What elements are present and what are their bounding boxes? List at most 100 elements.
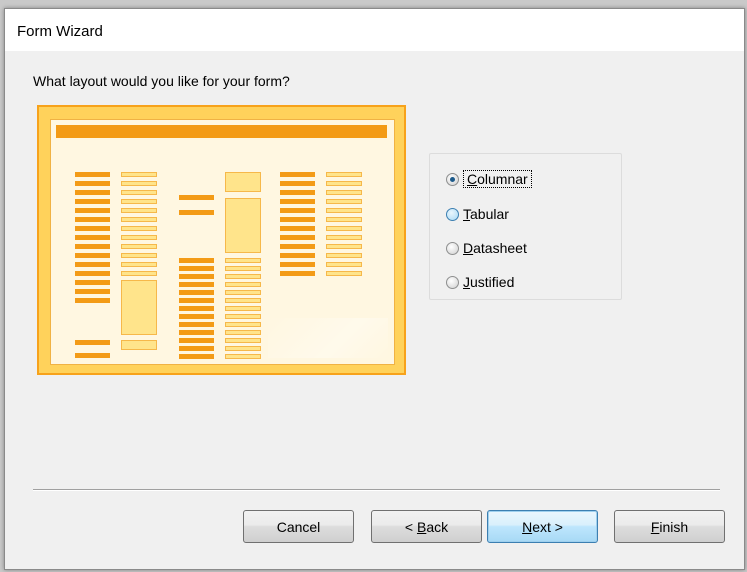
preview-label xyxy=(280,271,315,276)
preview-label xyxy=(280,172,315,177)
preview-label xyxy=(75,280,110,285)
preview-field xyxy=(225,354,261,359)
preview-header-bar xyxy=(56,125,387,138)
next-button[interactable]: Next > xyxy=(487,510,598,543)
datasheet-radio[interactable] xyxy=(446,241,459,255)
preview-field xyxy=(121,340,157,350)
justified-radio[interactable] xyxy=(446,275,459,289)
preview-field xyxy=(326,253,362,258)
preview-label xyxy=(179,338,214,343)
preview-label xyxy=(280,253,315,258)
layout-options-group: Columnar Tabular Datasheet Justified xyxy=(429,153,622,300)
back-button[interactable]: < Back xyxy=(371,510,482,543)
preview-memo-field xyxy=(225,172,261,192)
preview-memo-field xyxy=(121,280,157,335)
preview-field xyxy=(121,253,157,258)
tabular-label: Tabular xyxy=(463,206,509,222)
preview-label xyxy=(280,235,315,240)
preview-label xyxy=(179,290,214,295)
preview-field xyxy=(225,346,261,351)
button-separator xyxy=(33,489,720,491)
preview-label xyxy=(75,208,110,213)
preview-field xyxy=(121,208,157,213)
preview-label xyxy=(280,190,315,195)
preview-label xyxy=(280,226,315,231)
preview-field xyxy=(121,262,157,267)
justified-label: Justified xyxy=(463,274,515,290)
preview-label xyxy=(75,262,110,267)
preview-field xyxy=(121,226,157,231)
preview-field xyxy=(326,244,362,249)
preview-label xyxy=(280,217,315,222)
preview-label xyxy=(75,353,110,358)
cancel-button[interactable]: Cancel xyxy=(243,510,354,543)
preview-label xyxy=(179,210,214,215)
preview-label xyxy=(75,289,110,294)
preview-label xyxy=(179,266,214,271)
layout-question: What layout would you like for your form… xyxy=(33,73,290,89)
preview-label xyxy=(280,199,315,204)
preview-field xyxy=(326,181,362,186)
preview-label xyxy=(179,346,214,351)
option-justified[interactable]: Justified xyxy=(446,272,514,292)
preview-label xyxy=(75,190,110,195)
preview-field xyxy=(225,274,261,279)
preview-field xyxy=(326,271,362,276)
preview-label xyxy=(179,314,214,319)
option-columnar[interactable]: Columnar xyxy=(446,169,532,189)
preview-label xyxy=(179,258,214,263)
preview-label xyxy=(75,244,110,249)
layout-preview-canvas xyxy=(50,119,395,365)
preview-label xyxy=(280,181,315,186)
preview-field xyxy=(225,282,261,287)
preview-field xyxy=(225,306,261,311)
preview-label xyxy=(75,340,110,345)
preview-field xyxy=(326,226,362,231)
preview-label xyxy=(179,274,214,279)
finish-button[interactable]: Finish xyxy=(614,510,725,543)
option-tabular[interactable]: Tabular xyxy=(446,204,509,224)
preview-label xyxy=(179,354,214,359)
preview-field xyxy=(121,217,157,222)
window-title: Form Wizard xyxy=(17,23,103,40)
preview-label xyxy=(179,298,214,303)
preview-label xyxy=(280,208,315,213)
preview-label xyxy=(75,298,110,303)
preview-field xyxy=(121,235,157,240)
preview-field xyxy=(225,298,261,303)
tabular-radio[interactable] xyxy=(446,207,459,221)
preview-label xyxy=(75,253,110,258)
preview-field xyxy=(326,208,362,213)
columnar-label: Columnar xyxy=(463,170,532,188)
preview-field xyxy=(225,338,261,343)
preview-label xyxy=(75,172,110,177)
preview-field xyxy=(326,235,362,240)
layout-preview xyxy=(37,105,406,375)
preview-label xyxy=(75,181,110,186)
preview-label xyxy=(179,306,214,311)
preview-field xyxy=(326,190,362,195)
preview-label xyxy=(75,226,110,231)
datasheet-label: Datasheet xyxy=(463,240,527,256)
preview-label xyxy=(75,199,110,204)
preview-field xyxy=(326,199,362,204)
preview-label xyxy=(280,262,315,267)
preview-field xyxy=(121,271,157,276)
preview-field xyxy=(225,322,261,327)
form-wizard-dialog: Form Wizard What layout would you like f… xyxy=(4,8,745,570)
preview-field xyxy=(326,172,362,177)
columnar-radio[interactable] xyxy=(446,172,459,186)
title-bar: Form Wizard xyxy=(5,9,744,51)
preview-field xyxy=(121,199,157,204)
preview-label xyxy=(280,244,315,249)
option-datasheet[interactable]: Datasheet xyxy=(446,238,527,258)
preview-field xyxy=(326,262,362,267)
preview-memo-field xyxy=(225,198,261,253)
preview-field xyxy=(326,217,362,222)
preview-field xyxy=(225,266,261,271)
preview-field xyxy=(225,330,261,335)
preview-label xyxy=(179,282,214,287)
preview-label xyxy=(75,217,110,222)
preview-field xyxy=(225,258,261,263)
preview-label xyxy=(179,322,214,327)
